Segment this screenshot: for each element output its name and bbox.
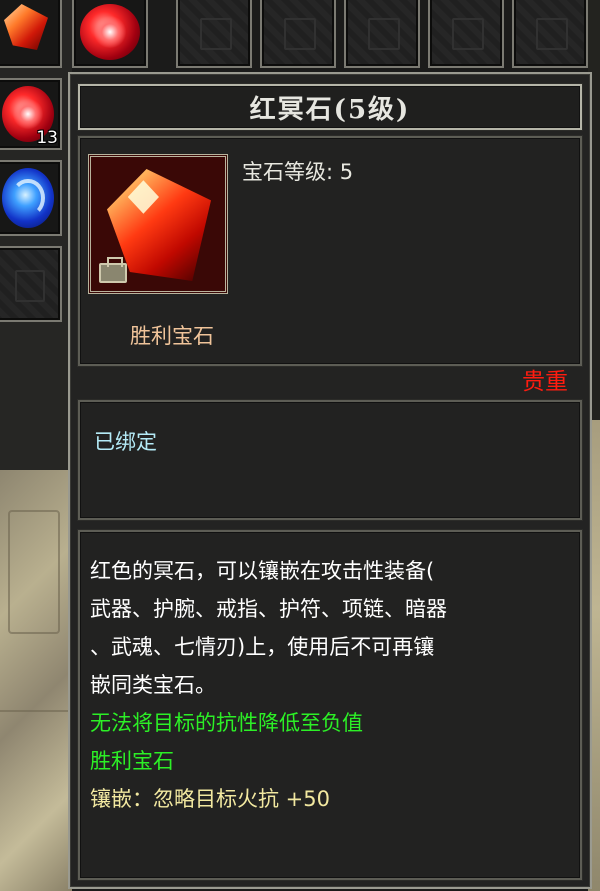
description-text: 红色的冥石，可以镶嵌在攻击性装备( 武器、护腕、戒指、护符、项链、暗器 、武魂、…: [90, 552, 574, 818]
inventory-slot-empty[interactable]: [0, 246, 62, 322]
item-name: 红冥石(5级): [249, 94, 411, 125]
gem-type: 胜利宝石: [130, 324, 214, 348]
restriction-text: 无法将目标的抗性降低至负值: [90, 711, 363, 735]
inventory-slot-red-gem[interactable]: [72, 0, 148, 68]
bind-status-panel: 已绑定: [78, 400, 582, 520]
inventory-slot-red-gem-stack[interactable]: 13: [0, 78, 62, 150]
bound-lock-icon: [99, 257, 127, 283]
red-crystal-icon: [4, 4, 48, 50]
description-panel: 红色的冥石，可以镶嵌在攻击性装备( 武器、护腕、戒指、护符、项链、暗器 、武魂、…: [78, 530, 582, 880]
bind-status: 已绑定: [94, 430, 157, 454]
description-line: 武器、护腕、戒指、护符、项链、暗器: [90, 597, 447, 621]
inventory-slot-empty[interactable]: [176, 0, 252, 68]
item-tooltip: 红冥石(5级) 宝石等级: 5 胜利宝石 贵重 已绑定 红色的冥石，可以镶嵌在攻…: [68, 72, 592, 889]
inventory-slot-empty[interactable]: [428, 0, 504, 68]
tooltip-title-bar: 红冥石(5级): [78, 84, 582, 130]
stack-count: 13: [36, 128, 58, 148]
description-line: 嵌同类宝石。: [90, 673, 216, 697]
inventory-slot-red-crystal[interactable]: [0, 0, 62, 68]
rarity-label: 贵重: [522, 369, 568, 395]
inventory-slot-empty[interactable]: [512, 0, 588, 68]
description-line: 、武魂、七情刃)上，使用后不可再镶: [90, 635, 435, 659]
blue-orb-icon: [2, 168, 54, 228]
gem-type-repeat: 胜利宝石: [90, 749, 174, 773]
description-line: 红色的冥石，可以镶嵌在攻击性装备(: [90, 559, 435, 583]
inventory-slot-blue-orb[interactable]: [0, 160, 62, 236]
red-gem-icon: [80, 4, 140, 60]
inventory-slot-empty[interactable]: [344, 0, 420, 68]
gem-level: 宝石等级: 5: [242, 160, 354, 184]
item-icon-frame: [88, 154, 228, 294]
stone-floor-background: [0, 470, 72, 891]
socket-effect: 镶嵌：忽略目标火抗 +50: [90, 787, 330, 811]
inventory-slot-empty[interactable]: [260, 0, 336, 68]
